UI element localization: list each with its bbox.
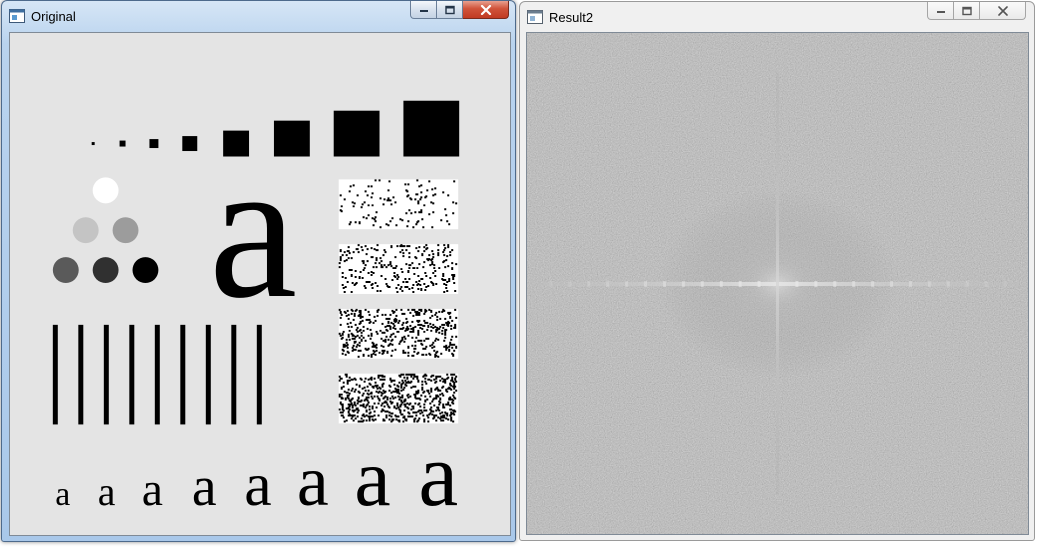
circle — [112, 217, 139, 244]
noise-block — [338, 308, 459, 359]
spectrum-harmonic — [890, 281, 894, 287]
square — [403, 100, 460, 157]
maximize-icon — [961, 6, 972, 15]
circle — [92, 177, 119, 204]
spectrum-harmonic — [871, 281, 875, 287]
small-glyph: a — [244, 451, 271, 519]
spectrum-harmonic — [757, 281, 761, 287]
spectrum-harmonic — [814, 281, 818, 287]
square — [119, 140, 126, 147]
titlebar[interactable]: Result2 — [520, 2, 1034, 32]
bar — [180, 324, 186, 425]
noise-block — [338, 244, 459, 294]
bar — [103, 324, 109, 425]
small-glyph: a — [98, 469, 116, 514]
circle — [72, 217, 99, 244]
bar — [231, 324, 237, 425]
minimize-button[interactable] — [410, 1, 437, 19]
bar — [78, 324, 84, 425]
bar — [205, 324, 211, 425]
maximize-button[interactable] — [954, 2, 980, 20]
spectrum-image-area — [526, 32, 1029, 535]
minimize-button[interactable] — [927, 2, 954, 20]
spectrum-harmonic — [606, 281, 610, 287]
spectrum-harmonic — [833, 281, 837, 287]
close-icon — [480, 4, 491, 15]
caption-buttons — [927, 2, 1026, 22]
spectrum-harmonic — [795, 281, 799, 287]
close-button[interactable] — [980, 2, 1026, 20]
spectrum-harmonic — [927, 281, 931, 287]
minimize-icon — [419, 9, 428, 12]
spectrum-harmonic — [1003, 281, 1007, 287]
noise-block-bg — [338, 244, 459, 294]
small-glyph: a — [418, 426, 458, 525]
spectrum-harmonic — [719, 281, 723, 287]
spectrum-harmonic — [946, 281, 950, 287]
noise-block — [338, 373, 459, 424]
circle — [92, 257, 119, 284]
window-title: Original — [31, 9, 76, 24]
noise-blocks-group — [338, 179, 459, 424]
circle — [132, 257, 159, 284]
square — [182, 136, 198, 152]
spectrum-harmonic — [738, 281, 742, 287]
square — [333, 110, 380, 157]
app-window-icon[interactable] — [9, 9, 25, 23]
noise-block-bg — [338, 308, 459, 359]
app-window-icon[interactable] — [527, 10, 543, 24]
small-glyph: a — [142, 463, 163, 516]
circle — [52, 257, 79, 284]
small-glyph: a — [354, 432, 390, 523]
spectrum-harmonic — [965, 281, 969, 287]
fourier-spectrum — [527, 33, 1028, 534]
small-glyph: a — [192, 456, 217, 518]
small-glyph: a — [55, 476, 70, 513]
original-window: Original a aaaaaaaa — [1, 0, 516, 542]
window-title: Result2 — [549, 10, 594, 25]
circles-group — [52, 177, 159, 284]
spectrum-harmonic — [587, 281, 591, 287]
spectrum-harmonic — [662, 281, 666, 287]
small-glyph: a — [297, 441, 329, 521]
square — [91, 142, 95, 146]
spectrum-harmonic — [625, 281, 629, 287]
minimize-icon — [936, 10, 945, 13]
spectrum-harmonic — [549, 281, 553, 287]
maximize-icon — [444, 5, 455, 14]
spectrum-harmonic — [984, 281, 988, 287]
bar — [256, 324, 262, 425]
square — [149, 139, 159, 149]
result-window: Result2 — [519, 1, 1035, 541]
maximize-button[interactable] — [437, 1, 463, 19]
spectrum-harmonic — [700, 281, 704, 287]
original-test-pattern: a aaaaaaaa — [52, 100, 460, 525]
original-image-area: a aaaaaaaa — [9, 32, 511, 536]
titlebar[interactable]: Original — [2, 1, 515, 31]
spectrum-harmonic — [681, 281, 685, 287]
spectrum-vertical-axis — [776, 72, 779, 495]
spectrum-harmonic — [644, 281, 648, 287]
spectrum-harmonic — [908, 281, 912, 287]
bar — [129, 324, 135, 425]
spectrum-harmonic — [568, 281, 572, 287]
spectrum-harmonic — [852, 281, 856, 287]
caption-buttons — [410, 1, 509, 21]
small-glyphs-group: aaaaaaaa — [55, 426, 458, 525]
close-icon — [997, 5, 1008, 16]
bar — [154, 324, 160, 425]
large-glyph: a — [209, 119, 297, 340]
close-button[interactable] — [463, 1, 509, 19]
noise-block — [338, 179, 459, 230]
bar — [52, 324, 58, 425]
